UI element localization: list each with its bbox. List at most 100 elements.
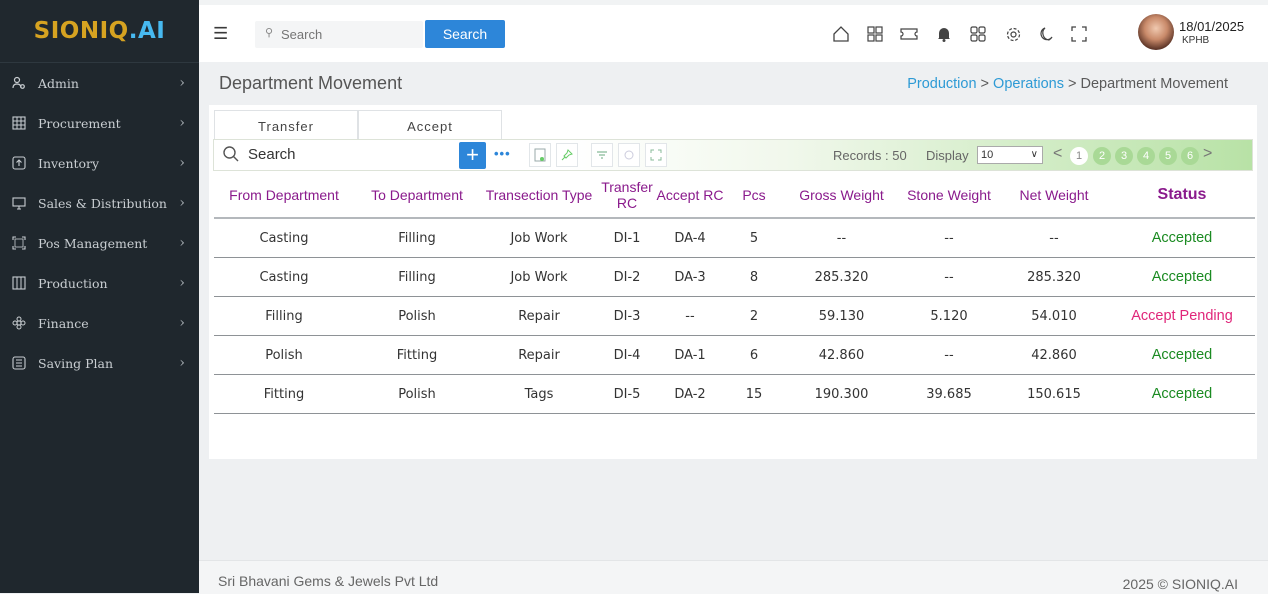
breadcrumb-production[interactable]: Production — [907, 76, 976, 92]
add-button[interactable]: + — [459, 142, 486, 169]
search-button[interactable]: Search — [425, 20, 505, 48]
sidebar-item-sales-distribution[interactable]: Sales & Distribution › — [0, 183, 199, 223]
column-header[interactable]: Transection Type — [480, 173, 598, 219]
table-cell: DA-2 — [656, 374, 724, 414]
sidebar-item-admin[interactable]: Admin › — [0, 63, 199, 103]
chevron-right-icon: › — [179, 355, 185, 371]
moon-icon[interactable] — [1035, 23, 1057, 45]
monitor-icon — [12, 196, 26, 210]
chevron-right-icon: › — [179, 115, 185, 131]
menu-toggle-icon[interactable]: ☰ — [213, 24, 228, 44]
table-cell: 42.860 — [999, 335, 1109, 375]
table-row[interactable]: Casting Filling Job Work DI-1 DA-4 5 -- … — [214, 218, 1255, 258]
display-select[interactable]: 10 ∨ — [977, 146, 1043, 164]
footer: Sri Bhavani Gems & Jewels Pvt Ltd 2025 ©… — [199, 560, 1268, 594]
sidebar-item-pos-management[interactable]: Pos Management › — [0, 223, 199, 263]
sidebar-item-label: Pos Management — [38, 235, 148, 251]
export-icon[interactable] — [529, 143, 551, 167]
chevron-right-icon: › — [179, 275, 185, 291]
table-header-row: From Department To Department Transectio… — [214, 173, 1255, 219]
department-movement-table: From Department To Department Transectio… — [214, 173, 1255, 414]
expand-icon[interactable] — [645, 143, 667, 167]
chevron-right-icon: › — [179, 315, 185, 331]
filter-icon[interactable] — [591, 143, 613, 167]
sidebar-item-production[interactable]: Production › — [0, 263, 199, 303]
page-button[interactable]: 1 — [1070, 147, 1088, 165]
status-badge: Accepted — [1109, 257, 1255, 297]
table-cell: Casting — [214, 257, 354, 297]
table-cell: 190.300 — [784, 374, 899, 414]
table-cell: DI-4 — [598, 335, 656, 375]
table-cell: Tags — [480, 374, 598, 414]
grid-apps-icon[interactable] — [864, 23, 886, 45]
box-arrow-up-icon — [12, 156, 26, 170]
logo[interactable]: SIONIQ.AI — [0, 0, 199, 63]
table-cell: DA-1 — [656, 335, 724, 375]
pin-icon[interactable] — [556, 143, 578, 167]
search-input[interactable] — [255, 21, 423, 48]
prev-page-icon[interactable]: < — [1053, 145, 1062, 163]
page-button[interactable]: 3 — [1115, 147, 1133, 165]
table-cell: -- — [899, 335, 999, 375]
sidebar-item-label: Inventory — [38, 155, 100, 171]
page-button[interactable]: 5 — [1159, 147, 1177, 165]
footer-company: Sri Bhavani Gems & Jewels Pvt Ltd — [218, 573, 439, 589]
page-button[interactable]: 2 — [1093, 147, 1111, 165]
search-icon: ⚲ — [265, 27, 274, 39]
table-cell: Polish — [354, 296, 480, 336]
home-icon[interactable] — [830, 23, 852, 45]
table-cell: DI-3 — [598, 296, 656, 336]
tab-transfer[interactable]: Transfer — [214, 110, 358, 142]
next-page-icon[interactable]: > — [1203, 145, 1212, 163]
page-button[interactable]: 4 — [1137, 147, 1155, 165]
column-header[interactable]: Transfer RC — [598, 173, 656, 219]
column-header[interactable]: From Department — [214, 173, 354, 219]
ticket-icon[interactable] — [898, 23, 920, 45]
page-button[interactable]: 6 — [1181, 147, 1199, 165]
apps-icon[interactable] — [967, 23, 989, 45]
column-header[interactable]: Status — [1109, 173, 1255, 219]
table-row[interactable]: Filling Polish Repair DI-3 -- 2 59.130 5… — [214, 296, 1255, 336]
table-row[interactable]: Casting Filling Job Work DI-2 DA-3 8 285… — [214, 257, 1255, 297]
table-cell: 6 — [724, 335, 784, 375]
table-cell: 285.320 — [999, 257, 1109, 297]
column-header[interactable]: To Department — [354, 173, 480, 219]
table-search-input[interactable]: Search — [248, 146, 296, 163]
status-badge: Accepted — [1109, 335, 1255, 375]
more-options-icon[interactable]: ••• — [494, 146, 511, 161]
table-row[interactable]: Fitting Polish Tags DI-5 DA-2 15 190.300… — [214, 374, 1255, 414]
avatar[interactable] — [1138, 14, 1174, 50]
sidebar: SIONIQ.AI Admin › Procurement › Inventor… — [0, 0, 199, 593]
chevron-right-icon: › — [179, 75, 185, 91]
breadcrumb-operations[interactable]: Operations — [993, 76, 1064, 92]
topbar: ☰ ⚲ Search 18/01/2025 KPHB — [199, 0, 1268, 62]
breadcrumb: Production > Operations > Department Mov… — [907, 76, 1228, 92]
page-title: Department Movement — [219, 73, 403, 93]
status-badge: Accepted — [1109, 218, 1255, 258]
sidebar-item-procurement[interactable]: Procurement › — [0, 103, 199, 143]
fullscreen-icon[interactable] — [1068, 23, 1090, 45]
user-date: 18/01/2025 — [1179, 19, 1245, 34]
sidebar-item-label: Saving Plan — [38, 355, 114, 371]
table-cell: Fitting — [214, 374, 354, 414]
column-header[interactable]: Pcs — [724, 173, 784, 219]
footer-copyright: 2025 © SIONIQ.AI — [1122, 576, 1238, 592]
table-row[interactable]: Polish Fitting Repair DI-4 DA-1 6 42.860… — [214, 335, 1255, 375]
gear-icon[interactable] — [1002, 23, 1024, 45]
refresh-icon[interactable] — [618, 143, 640, 167]
table-cell: -- — [899, 218, 999, 258]
frame-icon — [12, 236, 26, 250]
table-cell: Filling — [214, 296, 354, 336]
grid-icon — [12, 116, 26, 130]
column-header[interactable]: Accept RC — [656, 173, 724, 219]
column-header[interactable]: Net Weight — [999, 173, 1109, 219]
table-cell: 285.320 — [784, 257, 899, 297]
sidebar-item-saving-plan[interactable]: Saving Plan › — [0, 343, 199, 383]
bell-icon[interactable] — [933, 23, 955, 45]
column-header[interactable]: Stone Weight — [899, 173, 999, 219]
breadcrumb-separator: > — [980, 76, 990, 92]
sidebar-item-finance[interactable]: Finance › — [0, 303, 199, 343]
sidebar-item-inventory[interactable]: Inventory › — [0, 143, 199, 183]
table-cell: Repair — [480, 335, 598, 375]
column-header[interactable]: Gross Weight — [784, 173, 899, 219]
